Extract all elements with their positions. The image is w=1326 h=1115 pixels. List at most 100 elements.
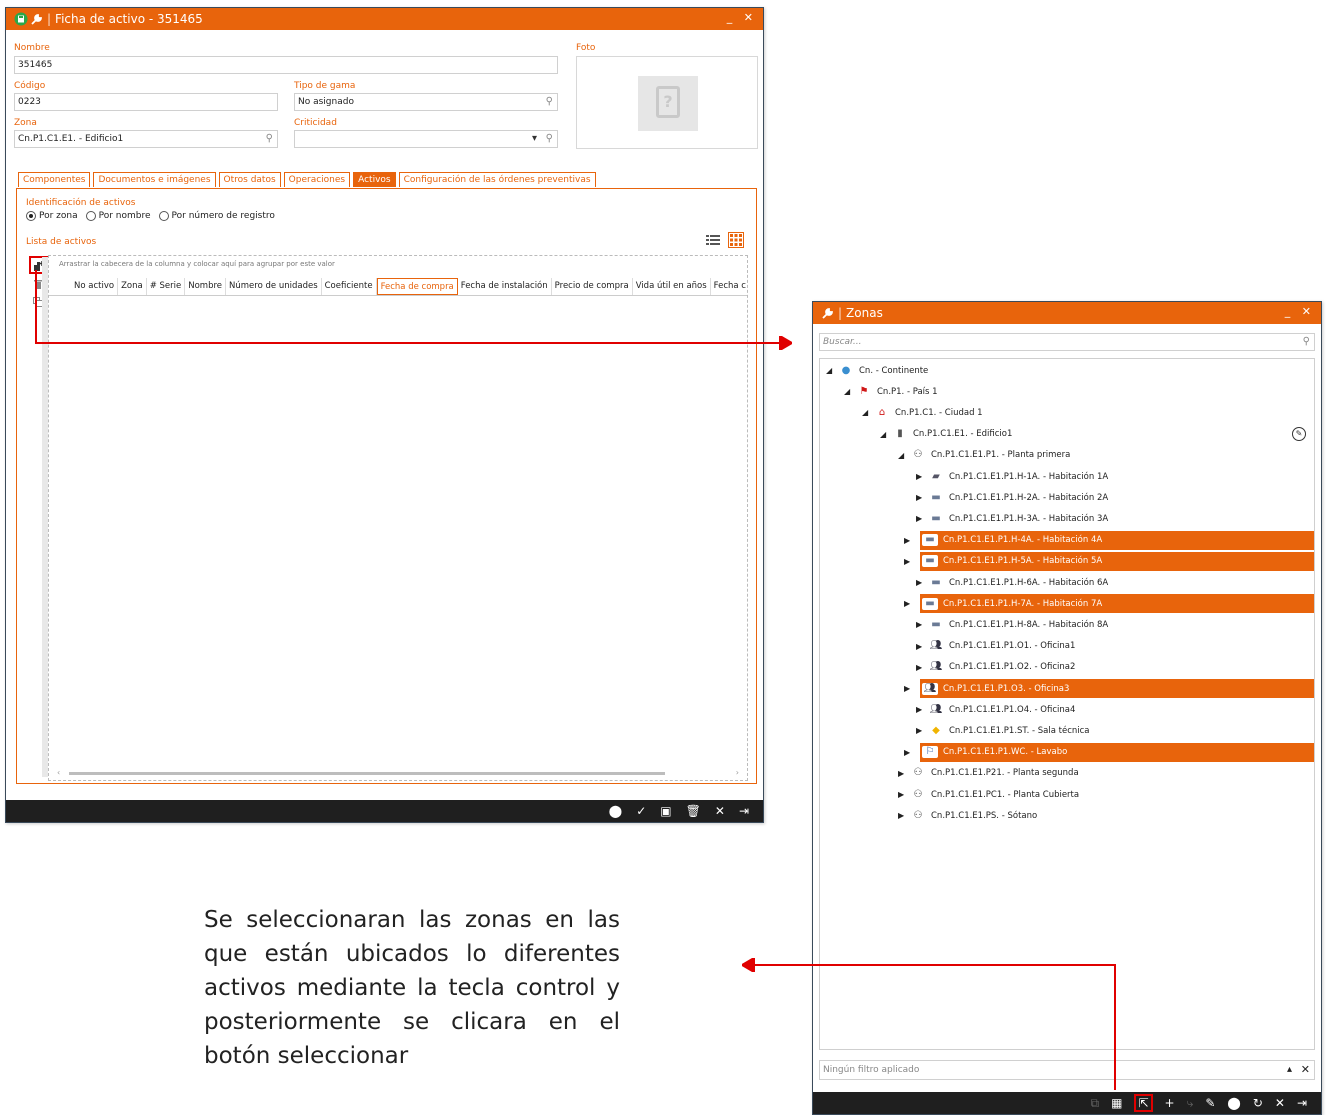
tree-node[interactable]: ▶ ▬ Cn.P1.C1.E1.P1.H-7A. - Habitación 7A <box>904 594 1314 614</box>
clear-filter-icon[interactable]: ✕ <box>1301 1061 1310 1079</box>
search-icon[interactable]: ⚲ <box>1303 334 1310 350</box>
collapse-arrow-icon[interactable]: ◢ <box>844 387 856 396</box>
add-icon[interactable]: + <box>1165 1096 1175 1110</box>
collapse-arrow-icon[interactable]: ◢ <box>898 451 910 460</box>
list-view-icon[interactable] <box>706 234 720 246</box>
expand-arrow-icon[interactable]: ▶ <box>904 684 916 693</box>
link-icon[interactable]: ⤷ <box>1187 1096 1194 1111</box>
exit-icon[interactable]: ⇥ <box>1297 1096 1307 1110</box>
expand-arrow-icon[interactable]: ▶ <box>916 726 928 735</box>
expand-arrow-icon[interactable]: ▶ <box>916 705 928 714</box>
tree-node[interactable]: ▶ 👥︎ Cn.P1.C1.E1.P1.O2. - Oficina2 <box>820 658 1075 677</box>
tree-node[interactable]: ▶ 👥︎ Cn.P1.C1.E1.P1.O1. - Oficina1 <box>820 637 1075 656</box>
photo-box[interactable]: ? <box>576 56 758 149</box>
zones-search-input[interactable]: Buscar... ⚲ <box>819 333 1315 351</box>
tab-configuracion[interactable]: Configuración de las órdenes preventivas <box>398 172 596 187</box>
window-controls[interactable]: _ ✕ <box>727 11 757 24</box>
expand-arrow-icon[interactable]: ▶ <box>916 620 928 629</box>
collapse-arrow-icon[interactable]: ◢ <box>880 430 892 439</box>
expand-arrow-icon[interactable]: ▶ <box>898 769 910 778</box>
col-serie[interactable]: # Serie <box>147 278 186 295</box>
tree-node[interactable]: ◢ ⚇ Cn.P1.C1.E1.P1. - Planta primera <box>820 446 1070 465</box>
nombre-input[interactable]: 351465 <box>14 56 558 74</box>
qr-icon[interactable]: ▦ <box>1111 1096 1122 1110</box>
tree-node[interactable]: ◢ ⌂ Cn.P1.C1. - Ciudad 1 <box>820 403 983 422</box>
refresh-icon[interactable]: ↻ <box>1253 1096 1263 1110</box>
col-coeficiente[interactable]: Coeficiente <box>322 278 377 295</box>
close-icon[interactable]: ✕ <box>1275 1096 1285 1110</box>
zones-titlebar[interactable]: | Zonas _ ✕ <box>813 302 1321 324</box>
search-icon[interactable]: ⚲ <box>266 131 273 147</box>
expand-arrow-icon[interactable]: ▶ <box>916 472 928 481</box>
tipo-gama-input[interactable]: No asignado ⚲ <box>294 93 558 111</box>
trash-icon[interactable]: 🗑︎ <box>686 804 701 818</box>
check-icon[interactable]: ✓ <box>636 804 646 818</box>
col-fecha-c[interactable]: Fecha c <box>711 278 747 295</box>
horizontal-scrollbar[interactable]: ‹ › <box>55 768 741 778</box>
radio-por-nombre[interactable]: Por nombre <box>85 211 151 221</box>
search-icon[interactable]: ⚲ <box>546 131 553 147</box>
select-button[interactable]: ⇱ <box>1134 1094 1153 1112</box>
expand-arrow-icon[interactable]: ▶ <box>898 790 910 799</box>
print-icon[interactable]: ⬤ <box>1227 1096 1240 1110</box>
scroll-thumb[interactable] <box>69 772 665 775</box>
tab-componentes[interactable]: Componentes <box>18 172 91 187</box>
criticidad-select[interactable]: ▾ ⚲ <box>294 130 558 148</box>
edit-icon[interactable]: ✎ <box>1205 1096 1215 1110</box>
col-no-activo[interactable]: No activo <box>71 278 119 295</box>
print-icon[interactable]: ⬤ <box>609 804 622 818</box>
exit-icon[interactable]: ⇥ <box>739 804 749 818</box>
col-vida-util[interactable]: Vida útil en años <box>633 278 711 295</box>
tree-node[interactable]: ▶ ▰ Cn.P1.C1.E1.P1.H-1A. - Habitación 1A <box>820 467 1108 486</box>
tree-node[interactable]: ▶ ◆ Cn.P1.C1.E1.P1.ST. - Sala técnica <box>820 721 1090 740</box>
save-icon[interactable]: ▣ <box>660 804 671 818</box>
asset-window-titlebar[interactable]: | Ficha de activo - 351465 _ ✕ <box>6 8 763 30</box>
tree-node[interactable]: ◢ ▮ Cn.P1.C1.E1. - Edificio1 <box>820 425 1012 444</box>
close-icon[interactable]: ✕ <box>715 804 725 818</box>
tree-node[interactable]: ▶ 👥︎ Cn.P1.C1.E1.P1.O3. - Oficina3 <box>904 679 1314 698</box>
expand-arrow-icon[interactable]: ▶ <box>904 536 916 545</box>
zona-input[interactable]: Cn.P1.C1.E1. - Edificio1 ⚲ <box>14 130 278 148</box>
col-precio-compra[interactable]: Precio de compra <box>552 278 633 295</box>
grid-view-icon[interactable] <box>728 232 744 248</box>
tree-node[interactable]: ▶ ▬ Cn.P1.C1.E1.P1.H-2A. - Habitación 2A <box>820 488 1108 507</box>
tab-documentos[interactable]: Documentos e imágenes <box>93 172 216 187</box>
tab-activos[interactable]: Activos <box>353 172 396 187</box>
expand-arrow-icon[interactable]: ▶ <box>916 663 928 672</box>
expand-arrow-icon[interactable]: ▶ <box>898 811 910 820</box>
window-controls[interactable]: _ ✕ <box>1285 305 1315 318</box>
col-unidades[interactable]: Número de unidades <box>226 278 322 295</box>
col-zona[interactable]: Zona <box>118 278 147 295</box>
expand-arrow-icon[interactable]: ▶ <box>904 557 916 566</box>
tree-node[interactable]: ▶ ▬ Cn.P1.C1.E1.P1.H-5A. - Habitación 5A <box>904 551 1314 571</box>
copy-icon[interactable]: ⧉ <box>1091 1096 1100 1111</box>
search-icon[interactable]: ⚲ <box>546 94 553 110</box>
tree-node[interactable]: ▶ 👥︎ Cn.P1.C1.E1.P1.O4. - Oficina4 <box>820 700 1075 719</box>
chevron-up-icon[interactable]: ▴ <box>1287 1061 1292 1079</box>
expand-arrow-icon[interactable]: ▶ <box>904 599 916 608</box>
col-fecha-instalacion[interactable]: Fecha de instalación <box>458 278 552 295</box>
tree-node[interactable]: ▶ ⚇ Cn.P1.C1.E1.PS. - Sótano <box>820 806 1037 825</box>
expand-arrow-icon[interactable]: ▶ <box>916 514 928 523</box>
tab-otros-datos[interactable]: Otros datos <box>218 172 281 187</box>
scroll-left-icon[interactable]: ‹ <box>57 768 60 777</box>
tools-circle-icon[interactable]: ✎ <box>1292 426 1306 441</box>
scroll-right-icon[interactable]: › <box>736 768 739 777</box>
tree-node[interactable]: ◢ ⚑ Cn.P1. - País 1 <box>820 382 938 401</box>
radio-por-zona[interactable]: Por zona <box>26 211 78 221</box>
tree-node[interactable]: ▶ ▬ Cn.P1.C1.E1.P1.H-6A. - Habitación 6A <box>820 573 1108 592</box>
collapse-arrow-icon[interactable]: ◢ <box>862 408 874 417</box>
chevron-down-icon[interactable]: ▾ <box>532 131 537 147</box>
tree-node[interactable]: ◢ ● Cn. - Continente <box>820 361 928 380</box>
radio-por-registro[interactable]: Por número de registro <box>158 211 275 221</box>
expand-arrow-icon[interactable]: ▶ <box>916 642 928 651</box>
tree-node[interactable]: ▶ ▬ Cn.P1.C1.E1.P1.H-3A. - Habitación 3A <box>820 509 1108 528</box>
tree-node[interactable]: ▶ ▬ Cn.P1.C1.E1.P1.H-4A. - Habitación 4A <box>904 530 1314 550</box>
tree-node[interactable]: ▶ ⚇ Cn.P1.C1.E1.PC1. - Planta Cubierta <box>820 785 1079 804</box>
expand-arrow-icon[interactable]: ▶ <box>904 748 916 757</box>
collapse-arrow-icon[interactable]: ◢ <box>826 366 838 375</box>
expand-arrow-icon[interactable]: ▶ <box>916 493 928 502</box>
tree-node[interactable]: ▶ ▬ Cn.P1.C1.E1.P1.H-8A. - Habitación 8A <box>820 615 1108 634</box>
tab-operaciones[interactable]: Operaciones <box>283 172 351 187</box>
col-nombre[interactable]: Nombre <box>185 278 227 295</box>
